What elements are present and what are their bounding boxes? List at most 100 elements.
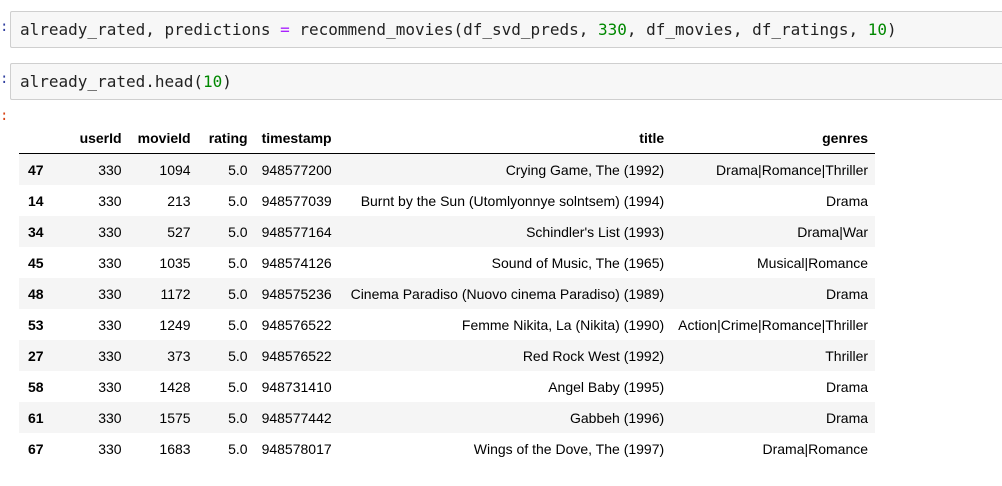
table-row: 61 330 1575 5.0 948577442 Gabbeh (1996) … xyxy=(19,402,876,433)
cell-genres: Drama|War xyxy=(797,223,869,240)
row-index: 45 xyxy=(28,254,44,271)
column-header-timestamp: timestamp xyxy=(254,123,344,154)
code-cell-head[interactable]: already_rated.head(10) xyxy=(10,63,1002,100)
cell-genres: Thriller xyxy=(825,347,869,364)
cell-genres: Drama xyxy=(826,409,869,426)
cell-movieid: 527 xyxy=(167,223,191,240)
cell-movieid: 1035 xyxy=(159,254,191,271)
cell-genres: Drama xyxy=(826,378,869,395)
row-index: 14 xyxy=(28,192,44,209)
cell-movieid: 1575 xyxy=(159,409,191,426)
column-header-userid: userId xyxy=(59,123,129,154)
table-row: 58 330 1428 5.0 948731410 Angel Baby (19… xyxy=(19,371,876,402)
cell-title: Sound of Music, The (1965) xyxy=(491,254,665,271)
cell-title: Cinema Paradiso (Nuovo cinema Paradiso) … xyxy=(350,285,665,302)
code-text: , df_movies, df_ratings, xyxy=(626,20,868,39)
row-index: 27 xyxy=(28,347,44,364)
column-header-rating: rating xyxy=(197,123,255,154)
cell-genres: Musical|Romance xyxy=(757,254,869,271)
column-header-title: title xyxy=(343,123,672,154)
cell-rating: 5.0 xyxy=(228,254,248,271)
table-row: 67 330 1683 5.0 948578017 Wings of the D… xyxy=(19,433,876,464)
row-index: 53 xyxy=(28,316,44,333)
number-literal: 10 xyxy=(203,72,223,91)
cell-rating: 5.0 xyxy=(228,192,248,209)
code-text: already_rated, predictions xyxy=(20,20,281,39)
cell-genres: Action|Crime|Romance|Thriller xyxy=(678,316,869,333)
cell-movieid: 1428 xyxy=(159,378,191,395)
cell-title: Wings of the Dove, The (1997) xyxy=(473,440,665,457)
cell-title: Burnt by the Sun (Utomlyonnye solntsem) … xyxy=(360,192,665,209)
column-header-genres: genres xyxy=(671,123,876,154)
table-row: 47 330 1094 5.0 948577200 Crying Game, T… xyxy=(19,153,876,185)
cell-timestamp: 948577039 xyxy=(261,192,332,209)
cell-title: Crying Game, The (1992) xyxy=(505,161,665,178)
cell-rating: 5.0 xyxy=(228,347,248,364)
cell-genres: Drama xyxy=(826,285,869,302)
row-index: 48 xyxy=(28,285,44,302)
cell-timestamp: 948577442 xyxy=(261,409,332,426)
cell-userid: 330 xyxy=(98,254,122,271)
assign-operator: = xyxy=(280,20,290,39)
cell-userid: 330 xyxy=(98,347,122,364)
table-row: 27 330 373 5.0 948576522 Red Rock West (… xyxy=(19,340,876,371)
code-text: ) xyxy=(222,72,232,91)
cell-genres: Drama|Romance|Thriller xyxy=(716,161,869,178)
table-header-row: userId movieId rating timestamp title ge… xyxy=(19,123,876,154)
cell-rating: 5.0 xyxy=(228,378,248,395)
table-row: 53 330 1249 5.0 948576522 Femme Nikita, … xyxy=(19,309,876,340)
cell-title: Femme Nikita, La (Nikita) (1990) xyxy=(461,316,665,333)
cell-rating: 5.0 xyxy=(228,316,248,333)
cell-rating: 5.0 xyxy=(228,285,248,302)
cell-rating: 5.0 xyxy=(228,223,248,240)
table-row: 45 330 1035 5.0 948574126 Sound of Music… xyxy=(19,247,876,278)
row-index: 47 xyxy=(28,161,44,178)
cell-genres: Drama xyxy=(826,192,869,209)
cell-userid: 330 xyxy=(98,192,122,209)
index-header xyxy=(19,123,60,154)
number-literal: 330 xyxy=(597,20,627,39)
row-index: 61 xyxy=(28,409,44,426)
input-prompt-marker: : xyxy=(0,19,9,35)
row-index: 67 xyxy=(28,440,44,457)
cell-userid: 330 xyxy=(98,378,122,395)
cell-timestamp: 948574126 xyxy=(261,254,332,271)
cell-timestamp: 948576522 xyxy=(261,316,332,333)
cell-userid: 330 xyxy=(98,223,122,240)
cell-genres: Drama|Romance xyxy=(762,440,869,457)
cell-movieid: 213 xyxy=(167,192,191,209)
cell-timestamp: 948577200 xyxy=(261,161,332,178)
cell-timestamp: 948731410 xyxy=(261,378,332,395)
cell-rating: 5.0 xyxy=(228,440,248,457)
number-literal: 10 xyxy=(867,20,887,39)
cell-rating: 5.0 xyxy=(228,409,248,426)
cell-rating: 5.0 xyxy=(228,161,248,178)
cell-timestamp: 948578017 xyxy=(261,440,332,457)
column-header-movieid: movieId xyxy=(128,123,198,154)
cell-userid: 330 xyxy=(98,440,122,457)
cell-movieid: 1683 xyxy=(159,440,191,457)
cell-title: Red Rock West (1992) xyxy=(522,347,665,364)
cell-title: Schindler's List (1993) xyxy=(526,223,665,240)
cell-timestamp: 948576522 xyxy=(261,347,332,364)
code-text: recommend_movies(df_svd_preds, xyxy=(289,20,598,39)
row-index: 58 xyxy=(28,378,44,395)
table-row: 34 330 527 5.0 948577164 Schindler's Lis… xyxy=(19,216,876,247)
code-text: already_rated.head( xyxy=(20,72,204,91)
cell-title: Gabbeh (1996) xyxy=(569,409,665,426)
cell-timestamp: 948577164 xyxy=(261,223,332,240)
cell-timestamp: 948575236 xyxy=(261,285,332,302)
cell-userid: 330 xyxy=(98,161,122,178)
cell-userid: 330 xyxy=(98,316,122,333)
output-prompt-marker: : xyxy=(0,108,9,124)
row-index: 34 xyxy=(28,223,44,240)
table-row: 14 330 213 5.0 948577039 Burnt by the Su… xyxy=(19,185,876,216)
cell-userid: 330 xyxy=(98,409,122,426)
cell-movieid: 373 xyxy=(167,347,191,364)
table-row: 48 330 1172 5.0 948575236 Cinema Paradis… xyxy=(19,278,876,309)
cell-movieid: 1172 xyxy=(160,285,191,302)
cell-title: Angel Baby (1995) xyxy=(548,378,665,395)
dataframe-output-table: userId movieId rating timestamp title ge… xyxy=(19,123,876,464)
code-cell-recommend[interactable]: already_rated, predictions = recommend_m… xyxy=(10,11,1002,48)
cell-userid: 330 xyxy=(98,285,122,302)
